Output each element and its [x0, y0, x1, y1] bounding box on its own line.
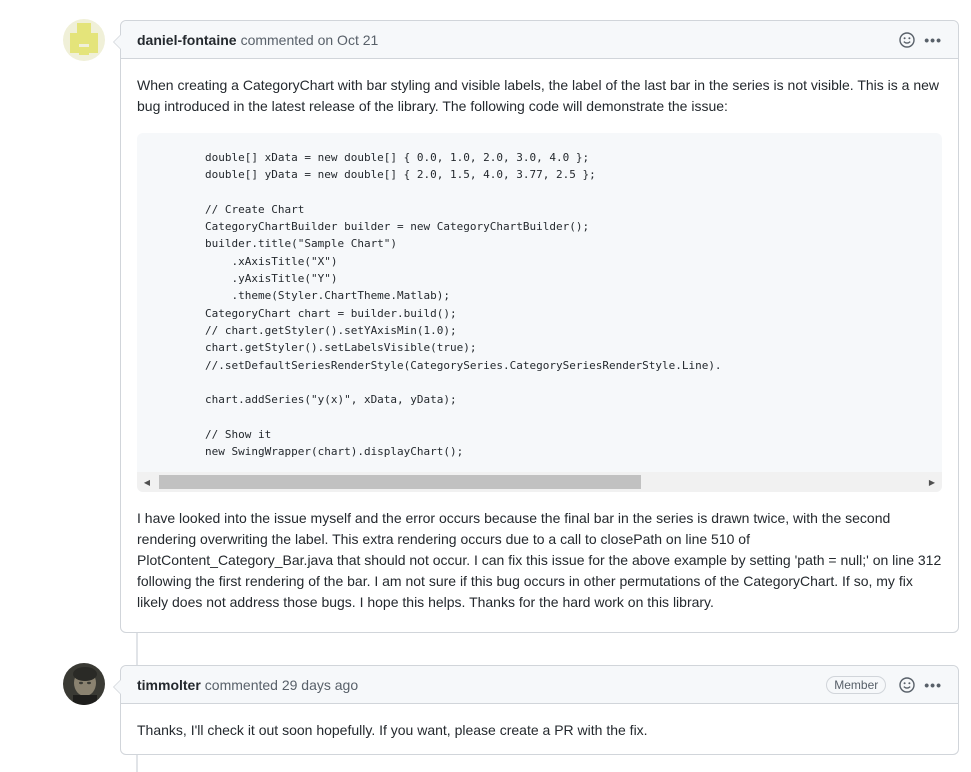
scroll-right-icon[interactable]: ▶	[922, 472, 942, 492]
timeline-line	[136, 755, 138, 772]
comment-header: daniel-fontaine commented on Oct 21 •••	[121, 21, 958, 59]
comment: timmolter commented 29 days ago Member •…	[113, 665, 959, 757]
kebab-icon[interactable]: •••	[924, 32, 942, 48]
comment-paragraph: I have looked into the issue myself and …	[137, 510, 942, 611]
code-block: double[] xData = new double[] { 0.0, 1.0…	[137, 133, 942, 493]
comment-author[interactable]: daniel-fontaine	[137, 32, 237, 48]
member-badge: Member	[826, 675, 887, 694]
comment-author[interactable]: timmolter	[137, 677, 201, 693]
comment-timestamp[interactable]: commented on Oct 21	[241, 32, 379, 48]
smiley-icon[interactable]	[898, 31, 916, 49]
comment-paragraph: When creating a CategoryChart with bar s…	[137, 77, 940, 114]
avatar[interactable]	[63, 19, 105, 61]
smiley-icon[interactable]	[898, 676, 916, 694]
comment-body: When creating a CategoryChart with bar s…	[121, 59, 958, 629]
scrollbar-thumb[interactable]	[159, 475, 641, 490]
avatar[interactable]	[63, 663, 105, 705]
comment-header: timmolter commented 29 days ago Member •…	[121, 666, 958, 704]
kebab-icon[interactable]: •••	[924, 677, 942, 693]
comment-timestamp[interactable]: commented 29 days ago	[205, 677, 358, 693]
code-text: double[] xData = new double[] { 0.0, 1.0…	[205, 151, 722, 459]
comment-paragraph: Thanks, I'll check it out soon hopefully…	[137, 722, 648, 738]
horizontal-scrollbar[interactable]: ◀ ▶	[137, 472, 942, 493]
scroll-left-icon[interactable]: ◀	[137, 472, 157, 492]
comment: daniel-fontaine commented on Oct 21 ••• …	[113, 20, 959, 633]
comment-body: Thanks, I'll check it out soon hopefully…	[121, 704, 958, 757]
timeline-line	[136, 632, 138, 666]
